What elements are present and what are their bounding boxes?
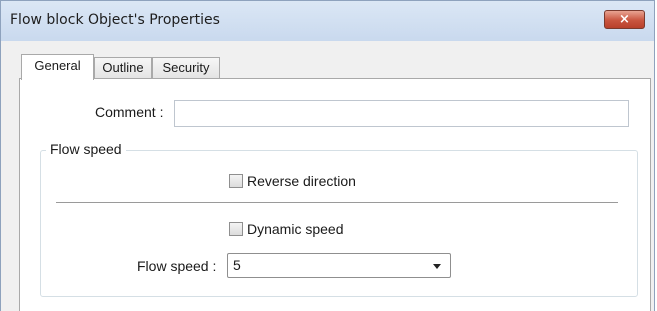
tab-security[interactable]: Security bbox=[152, 57, 220, 79]
flow-speed-value: 5 bbox=[233, 257, 241, 273]
dynamic-speed-checkbox[interactable] bbox=[229, 222, 243, 236]
close-button[interactable]: × bbox=[604, 10, 645, 29]
reverse-direction-checkbox[interactable] bbox=[229, 174, 243, 188]
flow-speed-group-title: Flow speed bbox=[46, 141, 126, 157]
chevron-down-icon[interactable] bbox=[433, 264, 441, 269]
flow-speed-label: Flow speed : bbox=[137, 258, 217, 274]
dynamic-speed-label[interactable]: Dynamic speed bbox=[247, 221, 344, 237]
flow-speed-select[interactable]: 5 bbox=[227, 253, 451, 278]
close-icon: × bbox=[619, 12, 630, 27]
reverse-direction-label[interactable]: Reverse direction bbox=[247, 173, 356, 189]
tab-outline[interactable]: Outline bbox=[94, 57, 152, 79]
window-title: Flow block Object's Properties bbox=[10, 12, 220, 28]
tab-general[interactable]: General bbox=[21, 54, 94, 80]
title-bar[interactable]: Flow block Object's Properties × bbox=[1, 1, 654, 41]
comment-input[interactable] bbox=[174, 100, 629, 127]
separator bbox=[56, 202, 618, 203]
comment-label: Comment : bbox=[95, 104, 164, 120]
